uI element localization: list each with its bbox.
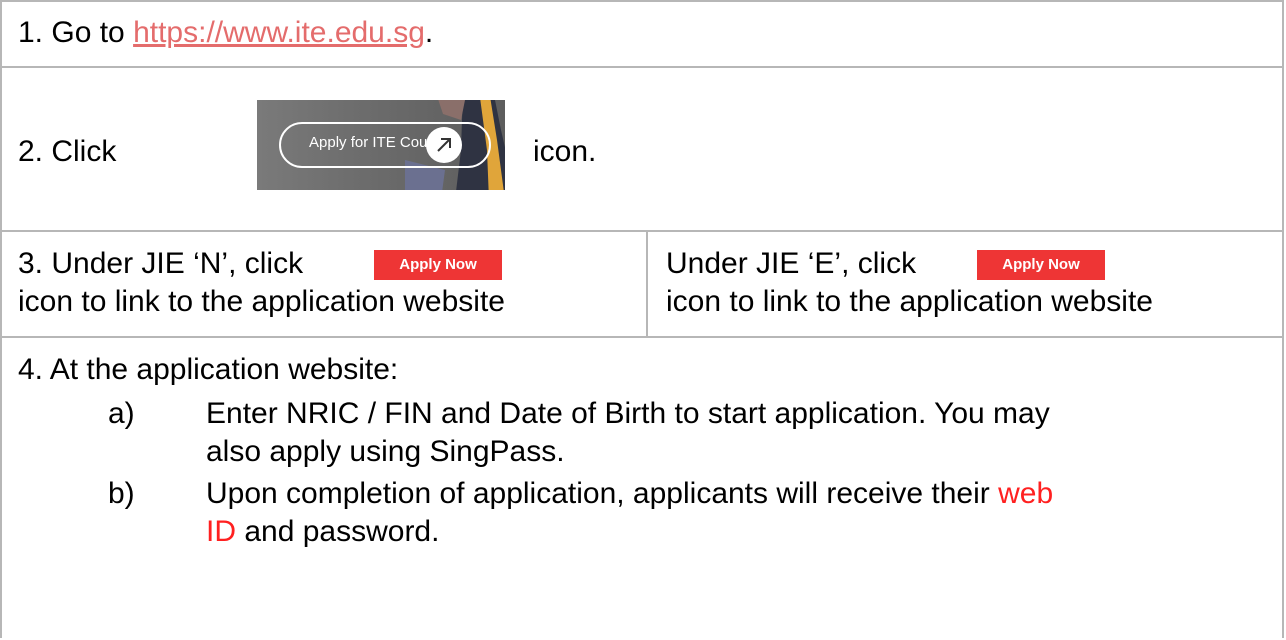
step4-item-a-line2: also apply using SingPass.: [206, 435, 565, 468]
step3-row: 3. Under JIE ‘N’, click icon to link to …: [2, 232, 1282, 338]
step3-right-line2: icon to link to the application website: [666, 285, 1153, 318]
step4-item-a-line1: Enter NRIC / FIN and Date of Birth to st…: [206, 397, 1050, 430]
step2-prefix: 2. Click: [18, 135, 117, 168]
step1-text: 1. Go to https://www.ite.edu.sg.: [18, 15, 433, 51]
step3-left-line1: 3. Under JIE ‘N’, click: [18, 247, 304, 280]
step4-item-b-line2: ID and password.: [206, 514, 439, 550]
web-id-highlight-part2: ID: [206, 515, 236, 548]
apply-ite-pill: Apply for ITE Courses: [279, 122, 491, 168]
step1-row: 1. Go to https://www.ite.edu.sg.: [2, 2, 1282, 68]
step4-item-a-marker: a): [108, 397, 135, 430]
arrow-up-right-icon: [426, 127, 462, 163]
step4-heading: 4. At the application website:: [18, 353, 399, 386]
ite-website-link[interactable]: https://www.ite.edu.sg: [133, 16, 425, 49]
step4-item-b-text-end: and password.: [236, 515, 440, 548]
step1-suffix: .: [424, 16, 434, 49]
step3-left-line2: icon to link to the application website: [18, 285, 505, 318]
step4-item-b-text: Upon completion of application, applican…: [206, 477, 999, 510]
step4-item-b-line1: Upon completion of application, applican…: [206, 476, 1053, 512]
apply-now-button-e[interactable]: Apply Now: [977, 250, 1105, 280]
step4-item-b-marker: b): [108, 477, 135, 510]
web-id-highlight-part1: web: [998, 477, 1054, 510]
step2-row: 2. Click icon.: [2, 68, 1282, 232]
instruction-table: 1. Go to https://www.ite.edu.sg. 2. Clic…: [0, 0, 1284, 638]
step3-column-divider: [646, 232, 648, 338]
apply-now-button-n[interactable]: Apply Now: [374, 250, 502, 280]
step3-right-line1: Under JIE ‘E’, click: [666, 247, 917, 280]
step1-prefix: 1. Go to: [18, 16, 134, 49]
step4-row: 4. At the application website: a) Enter …: [2, 338, 1282, 640]
apply-ite-courses-button[interactable]: Apply for ITE Courses: [257, 100, 505, 190]
step2-suffix: icon.: [533, 135, 597, 168]
